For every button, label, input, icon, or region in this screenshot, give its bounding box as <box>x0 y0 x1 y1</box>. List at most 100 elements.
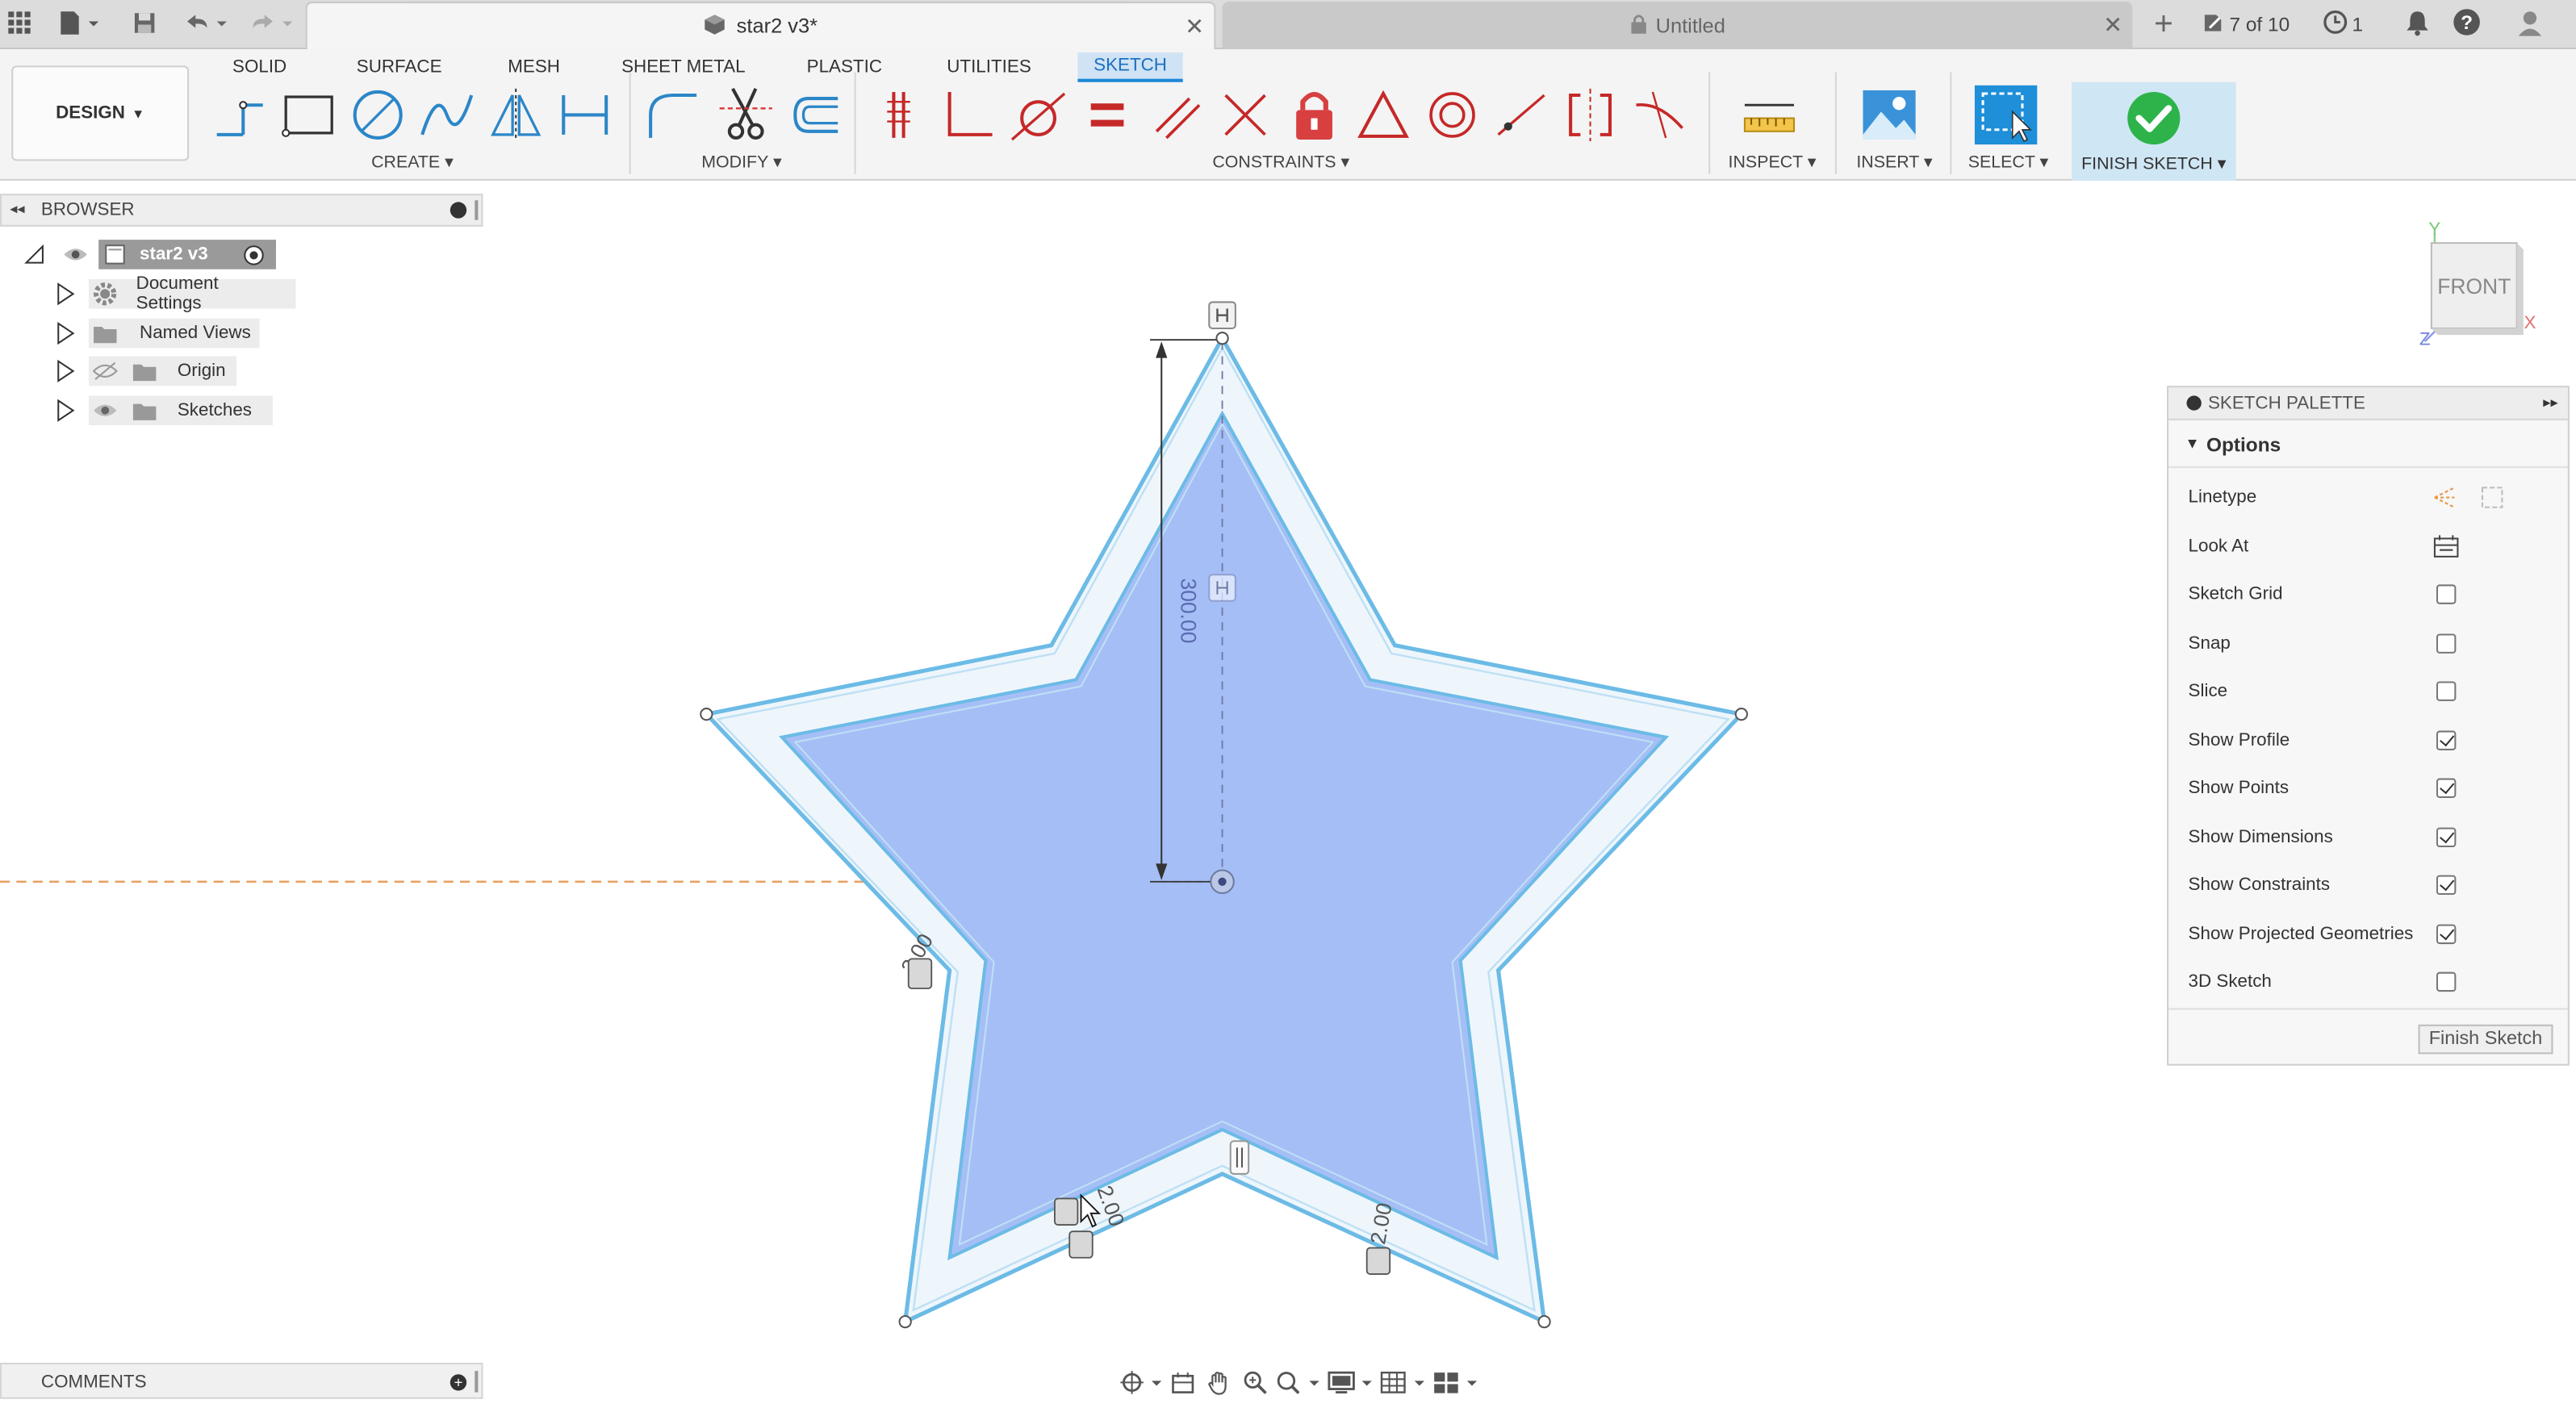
browser-item-origin[interactable]: Origin <box>0 355 483 388</box>
browser-item-document-settings[interactable]: Document Settings <box>0 274 483 314</box>
spline-tool-icon[interactable] <box>417 86 476 144</box>
viewports-icon[interactable] <box>1431 1366 1483 1399</box>
show-projected-geometries-checkbox[interactable] <box>2436 924 2457 945</box>
activate-radio-icon[interactable] <box>243 244 264 265</box>
select-menu[interactable]: SELECT ▾ <box>1968 152 2048 172</box>
sketches-label[interactable]: Sketches <box>88 395 273 426</box>
equal-constraint-icon[interactable] <box>1077 86 1136 144</box>
insert-menu[interactable]: INSERT ▾ <box>1856 152 1932 172</box>
dimension-tool-icon[interactable] <box>555 86 614 144</box>
collinear-constraint-icon[interactable] <box>1491 86 1550 144</box>
select-tool-icon[interactable] <box>1974 85 2038 145</box>
show-dimensions-checkbox[interactable] <box>2436 827 2457 848</box>
trim-scissors-icon[interactable] <box>717 86 776 144</box>
browser-item-sketches[interactable]: Sketches <box>0 394 483 427</box>
coincident-marker-icon[interactable] <box>1208 574 1236 602</box>
save-icon[interactable] <box>132 6 158 40</box>
job-status-text[interactable]: 7 of 10 <box>2229 13 2290 36</box>
tab-active-document[interactable]: star2 v3* ✕ <box>305 2 1216 50</box>
create-menu[interactable]: CREATE ▾ <box>371 152 454 172</box>
show-profile-checkbox[interactable] <box>2436 730 2457 750</box>
hidden-eye-icon[interactable] <box>92 361 119 381</box>
zoom-fit-icon[interactable] <box>1273 1366 1326 1399</box>
add-comment-icon[interactable]: + <box>450 1374 467 1391</box>
expand-triangle-icon[interactable] <box>56 321 75 345</box>
expand-triangle-icon[interactable] <box>56 359 75 382</box>
vertical-constraint-icon[interactable] <box>1208 301 1236 329</box>
tab-plastic[interactable]: PLASTIC <box>801 52 887 82</box>
browser-item-named-views[interactable]: Named Views <box>0 317 483 350</box>
clock-icon[interactable] <box>2323 10 2348 40</box>
job-status-icon[interactable] <box>2202 10 2224 39</box>
tab-mesh[interactable]: MESH <box>501 52 567 82</box>
finish-sketch-menu[interactable]: FINISH SKETCH ▾ <box>2072 154 2236 173</box>
help-icon[interactable]: ? <box>2453 8 2482 41</box>
coincident-constraint-icon[interactable] <box>871 86 930 144</box>
expand-palette-icon[interactable]: ▸▸ <box>2543 394 2557 411</box>
new-tab-icon[interactable]: + <box>2146 6 2182 44</box>
collapse-triangle-icon[interactable] <box>23 244 45 264</box>
symmetry-constraint-icon[interactable] <box>1561 86 1620 144</box>
collapse-browser-icon[interactable]: ◂◂ <box>10 200 24 218</box>
constraints-menu[interactable]: CONSTRAINTS ▾ <box>1212 152 1349 172</box>
file-menu-icon[interactable] <box>56 6 105 40</box>
close-tab-icon[interactable]: ✕ <box>1185 13 1204 41</box>
line-tool-icon[interactable] <box>211 86 270 144</box>
notifications-bell-icon[interactable] <box>2406 9 2431 40</box>
browser-minus-icon[interactable] <box>450 202 467 219</box>
fix-lock-icon[interactable] <box>1285 86 1344 144</box>
midpoint-constraint-icon[interactable] <box>1215 86 1274 144</box>
triangle-constraint-icon[interactable] <box>1353 86 1412 144</box>
snap-checkbox[interactable] <box>2436 633 2457 654</box>
measure-ruler-icon[interactable] <box>1740 86 1799 144</box>
construction-linetype-icon[interactable] <box>2432 484 2458 511</box>
inner-star-profile[interactable] <box>779 410 1670 1261</box>
inspect-menu[interactable]: INSPECT ▾ <box>1729 152 1817 172</box>
offset-tool-icon[interactable] <box>785 86 844 144</box>
perpendicular-constraint-icon[interactable] <box>939 86 998 144</box>
tab-untitled-document[interactable]: Untitled ✕ <box>1222 2 2133 50</box>
3d-sketch-checkbox[interactable] <box>2436 971 2457 992</box>
finish-sketch-button[interactable]: FINISH SKETCH ▾ <box>2072 81 2236 181</box>
browser-root-node[interactable]: star2 v3 <box>0 238 483 271</box>
visibility-eye-icon[interactable] <box>62 244 89 264</box>
sketch-grid-checkbox[interactable] <box>2436 584 2457 604</box>
app-grid-icon[interactable] <box>6 6 33 40</box>
modify-menu[interactable]: MODIFY ▾ <box>701 152 781 172</box>
palette-minus-icon[interactable] <box>2186 395 2202 411</box>
origin-label[interactable]: Origin <box>88 356 237 386</box>
redo-icon[interactable] <box>246 6 299 40</box>
tab-solid[interactable]: SOLID <box>225 52 294 82</box>
panel-divider[interactable] <box>475 1371 479 1393</box>
palette-finish-sketch-button[interactable]: Finish Sketch <box>2418 1024 2553 1055</box>
tab-sheet-metal[interactable]: SHEET METAL <box>617 52 749 82</box>
expand-triangle-icon[interactable] <box>56 282 75 306</box>
tab-surface[interactable]: SURFACE <box>352 52 447 82</box>
zoom-icon[interactable] <box>1237 1366 1273 1399</box>
orbit-icon[interactable] <box>1115 1366 1165 1399</box>
panel-divider[interactable] <box>475 200 479 220</box>
mirror-tool-icon[interactable] <box>487 86 546 144</box>
parallel-constraint-icon[interactable] <box>1147 86 1206 144</box>
grid-settings-icon[interactable] <box>1378 1366 1431 1399</box>
pan-hand-icon[interactable] <box>1201 1366 1237 1399</box>
concentric-constraint-icon[interactable] <box>1423 86 1482 144</box>
display-settings-icon[interactable] <box>1326 1366 1378 1399</box>
show-points-checkbox[interactable] <box>2436 778 2457 798</box>
centerline-linetype-icon[interactable] <box>2479 484 2506 511</box>
document-settings-label[interactable]: Document Settings <box>88 274 296 314</box>
workspace-switcher-button[interactable]: DESIGN ▼ <box>11 65 190 161</box>
look-at-icon[interactable] <box>2433 533 2460 558</box>
named-views-label[interactable]: Named Views <box>88 318 260 349</box>
show-constraints-checkbox[interactable] <box>2436 875 2457 896</box>
view-cube[interactable]: FRONT Y X Z <box>2419 220 2544 349</box>
section-collapse-icon[interactable]: ▼ <box>2185 435 2199 451</box>
insert-image-icon[interactable] <box>1859 86 1918 144</box>
user-avatar-icon[interactable] <box>2517 9 2544 40</box>
undo-icon[interactable] <box>181 6 233 40</box>
height-dimension-value[interactable]: 300.00 <box>1177 579 1201 644</box>
tab-utilities[interactable]: UTILITIES <box>943 52 1035 82</box>
tab-sketch[interactable]: SKETCH <box>1077 52 1183 82</box>
fillet-tool-icon[interactable] <box>644 86 703 144</box>
expand-triangle-icon[interactable] <box>56 399 75 422</box>
